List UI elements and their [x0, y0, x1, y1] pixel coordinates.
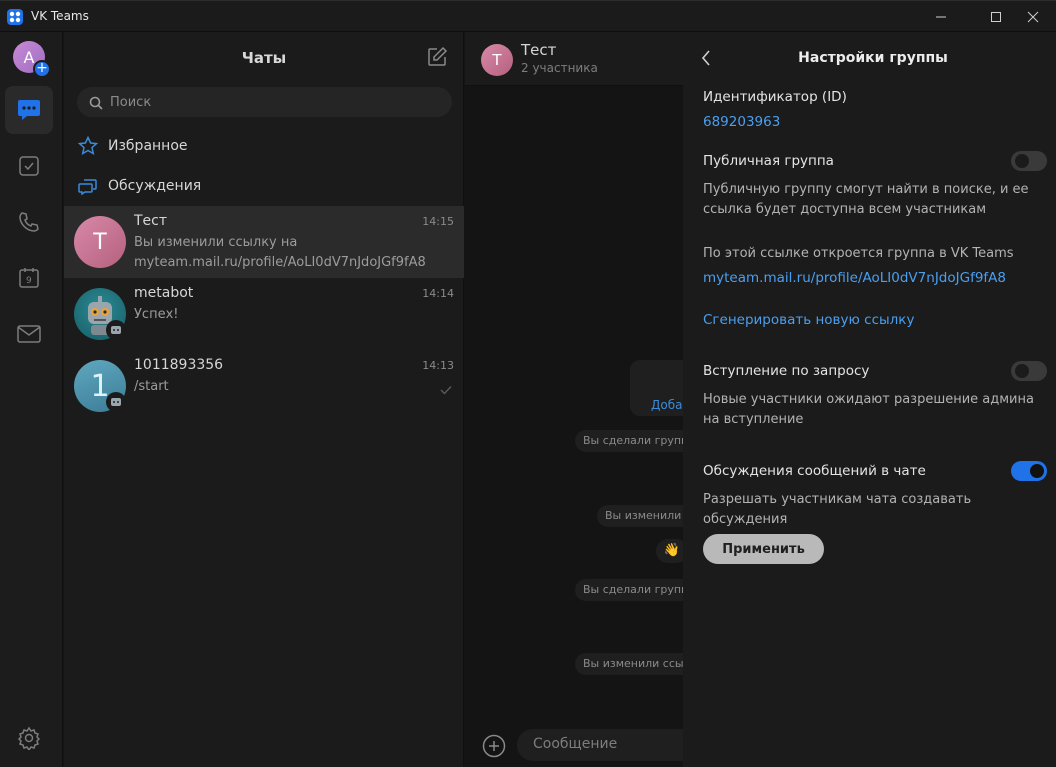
folder-threads[interactable]: Обсуждения: [64, 168, 464, 206]
calls-nav-icon[interactable]: [5, 198, 53, 246]
chat-name: 1011893356: [134, 357, 224, 373]
window-title: VK Teams: [31, 9, 89, 23]
threads-label: Обсуждения сообщений в чате: [703, 463, 926, 479]
add-members-link[interactable]: Добав: [651, 398, 683, 412]
settings-gear-icon[interactable]: [5, 714, 53, 762]
group-settings-panel: Настройки группы Идентификатор (ID) 6892…: [683, 32, 1056, 767]
threads-description: Разрешать участникам чата создавать обсу…: [703, 492, 972, 527]
link-description: По этой ссылке откроется группа в VK Tea…: [703, 246, 1014, 261]
chat-time: 14:15: [422, 215, 454, 228]
regenerate-link-button[interactable]: Сгенерировать новую ссылку: [703, 312, 914, 328]
close-window-button[interactable]: [1010, 1, 1056, 33]
public-group-label: Публичная группа: [703, 153, 834, 169]
threads-icon: [78, 176, 98, 200]
join-request-description: Новые участники ожидают разрешение админ…: [703, 392, 1034, 427]
join-request-toggle[interactable]: [1011, 361, 1047, 381]
chat-name: Тест: [134, 213, 168, 229]
search-box[interactable]: [77, 87, 452, 117]
threads-toggle[interactable]: [1011, 461, 1047, 481]
chat-preview: /start: [134, 379, 169, 394]
conversation-avatar: Т: [481, 44, 513, 76]
search-icon: [89, 95, 103, 114]
message-placeholder: Сообщение: [533, 736, 618, 752]
chat-list-title: Чаты: [241, 49, 287, 67]
system-message: Вы изменили с: [597, 505, 683, 527]
public-group-description: Публичную группу смогут найти в поиске, …: [703, 182, 1029, 217]
conversation-header[interactable]: Т Тест 2 участника: [465, 32, 683, 86]
chat-preview: Успех!: [134, 307, 179, 322]
chat-row-1011893356[interactable]: 1 1011893356 14:13 /start: [64, 350, 464, 422]
compose-icon[interactable]: [426, 46, 448, 72]
chat-time: 14:13: [422, 359, 454, 372]
svg-text:9: 9: [26, 276, 32, 286]
system-message: Вы изменили ссыл: [575, 653, 683, 675]
chat-avatar: Т: [74, 216, 126, 268]
add-status-icon[interactable]: +: [33, 60, 51, 78]
conversation-panel: Т Тест 2 участника Добав Вы сделали груп…: [465, 32, 683, 767]
mail-nav-icon[interactable]: [5, 310, 53, 358]
group-id-value[interactable]: 689203963: [703, 114, 780, 130]
chat-time: 14:14: [422, 287, 454, 300]
join-request-label: Вступление по запросу: [703, 363, 870, 379]
search-input[interactable]: [110, 92, 440, 112]
chat-preview: Вы изменили ссылку на myteam.mail.ru/pro…: [134, 235, 426, 270]
message-input[interactable]: Сообщение: [517, 729, 683, 761]
conversation-subtitle: 2 участника: [521, 61, 598, 75]
nav-rail: A + 9: [0, 32, 63, 767]
minimize-button[interactable]: [918, 1, 964, 33]
folder-threads-label: Обсуждения: [108, 178, 202, 194]
tasks-nav-icon[interactable]: [5, 142, 53, 190]
bot-badge-icon: [106, 392, 126, 412]
group-link[interactable]: myteam.mail.ru/profile/AoLI0dV7nJdoJGf9f…: [703, 270, 1006, 286]
apply-button[interactable]: Применить: [703, 534, 824, 564]
attach-plus-icon[interactable]: [482, 734, 506, 762]
chat-list-panel: Чаты Избранное Обсуждения Т Тест 14:15 В…: [64, 32, 464, 767]
conversation-title: Тест: [521, 41, 557, 59]
folder-favorites-label: Избранное: [108, 138, 188, 154]
system-message: Вы сделали группу: [575, 430, 683, 452]
chat-name: metabot: [134, 285, 194, 301]
group-info-card: Добав: [630, 360, 683, 416]
group-id-label: Идентификатор (ID): [703, 89, 847, 105]
chat-row-test[interactable]: Т Тест 14:15 Вы изменили ссылку на mytea…: [64, 206, 464, 278]
chat-row-metabot[interactable]: metabot 14:14 Успех!: [64, 278, 464, 350]
vk-teams-logo-icon: [7, 9, 23, 25]
folder-favorites[interactable]: Избранное: [64, 128, 464, 166]
chat-list-header: Чаты: [64, 32, 464, 84]
wave-emoji: 👋: [656, 539, 683, 563]
settings-title: Настройки группы: [798, 50, 948, 66]
message-composer: Сообщение: [465, 717, 683, 767]
star-icon: [77, 135, 99, 160]
title-bar: VK Teams: [0, 0, 1056, 32]
system-message: Вы сделали группу: [575, 579, 683, 601]
calendar-nav-icon[interactable]: 9: [5, 254, 53, 302]
public-group-toggle[interactable]: [1011, 151, 1047, 171]
read-check-icon: [440, 380, 452, 399]
bot-badge-icon: [106, 320, 126, 340]
chats-nav-icon[interactable]: [5, 86, 53, 134]
